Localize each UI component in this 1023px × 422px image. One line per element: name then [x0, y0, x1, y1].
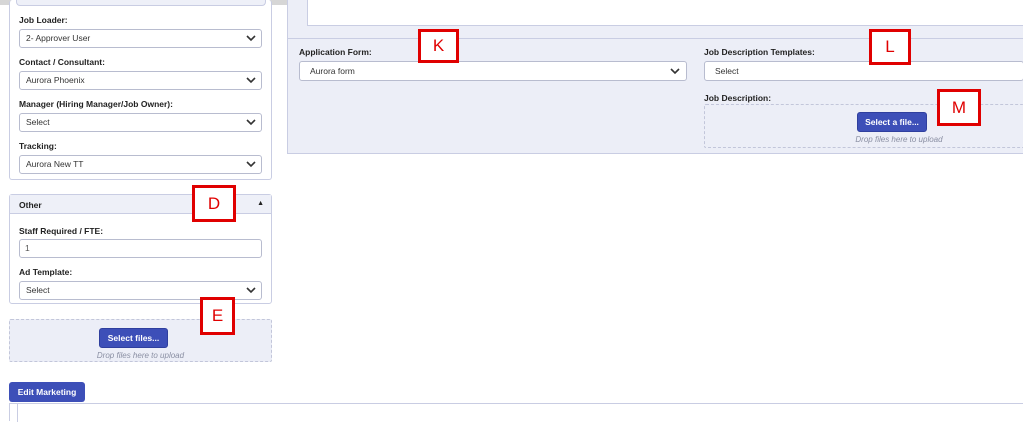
chevron-down-icon: [246, 77, 256, 84]
annotation-e: E: [200, 297, 235, 335]
card-top-edge: [16, 0, 266, 6]
manager-select[interactable]: Select: [19, 113, 262, 132]
tracking-select[interactable]: Aurora New TT: [19, 155, 262, 174]
chevron-down-icon: [246, 119, 256, 126]
chevron-down-icon: [246, 35, 256, 42]
chevron-down-icon: [246, 287, 256, 294]
contact-select[interactable]: Aurora Phoenix: [19, 71, 262, 90]
contact-label: Contact / Consultant:: [19, 57, 105, 67]
application-form-label: Application Form:: [299, 47, 372, 57]
manager-value: Select: [26, 117, 50, 127]
annotation-d: D: [192, 185, 236, 222]
other-title: Other: [19, 200, 42, 210]
annotation-m: M: [937, 89, 981, 126]
select-files-button[interactable]: Select files...: [99, 328, 168, 348]
staff-input[interactable]: 1: [19, 239, 262, 258]
chevron-down-icon: [246, 161, 256, 168]
job-details-card: Job Loader: 2- Approver User Contact / C…: [9, 0, 272, 180]
jd-templates-value: Select: [715, 66, 739, 76]
ad-template-label: Ad Template:: [19, 267, 73, 277]
drop-hint: Drop files here to upload: [96, 351, 185, 360]
jd-templates-label: Job Description Templates:: [704, 47, 815, 57]
jd-drop-hint: Drop files here to upload: [855, 135, 943, 144]
job-form-panel: Application Form: Aurora form Job Descri…: [287, 0, 1023, 154]
chevron-down-icon: [670, 68, 680, 75]
tracking-label: Tracking:: [19, 141, 57, 151]
manager-label: Manager (Hiring Manager/Job Owner):: [19, 99, 173, 109]
annotation-k: K: [418, 29, 459, 63]
ad-template-value: Select: [26, 285, 50, 295]
application-form-value: Aurora form: [310, 66, 355, 76]
staff-label: Staff Required / FTE:: [19, 226, 104, 236]
select-a-file-button[interactable]: Select a file...: [857, 112, 927, 132]
tracking-value: Aurora New TT: [26, 159, 84, 169]
application-form-select[interactable]: Aurora form: [299, 61, 687, 81]
marketing-editor[interactable]: [9, 403, 1023, 422]
job-description-label: Job Description:: [704, 93, 772, 103]
jd-templates-select[interactable]: Select: [704, 61, 1023, 81]
description-textbox[interactable]: [307, 0, 1023, 26]
panel-divider: [288, 38, 1023, 39]
job-loader-label: Job Loader:: [19, 15, 68, 25]
collapse-arrow-icon[interactable]: ▲: [257, 200, 264, 207]
annotation-l: L: [869, 29, 911, 65]
job-loader-value: 2- Approver User: [26, 33, 91, 43]
editor-border: [17, 404, 18, 422]
job-loader-select[interactable]: 2- Approver User: [19, 29, 262, 48]
contact-value: Aurora Phoenix: [26, 75, 85, 85]
edit-marketing-button[interactable]: Edit Marketing: [9, 382, 85, 402]
